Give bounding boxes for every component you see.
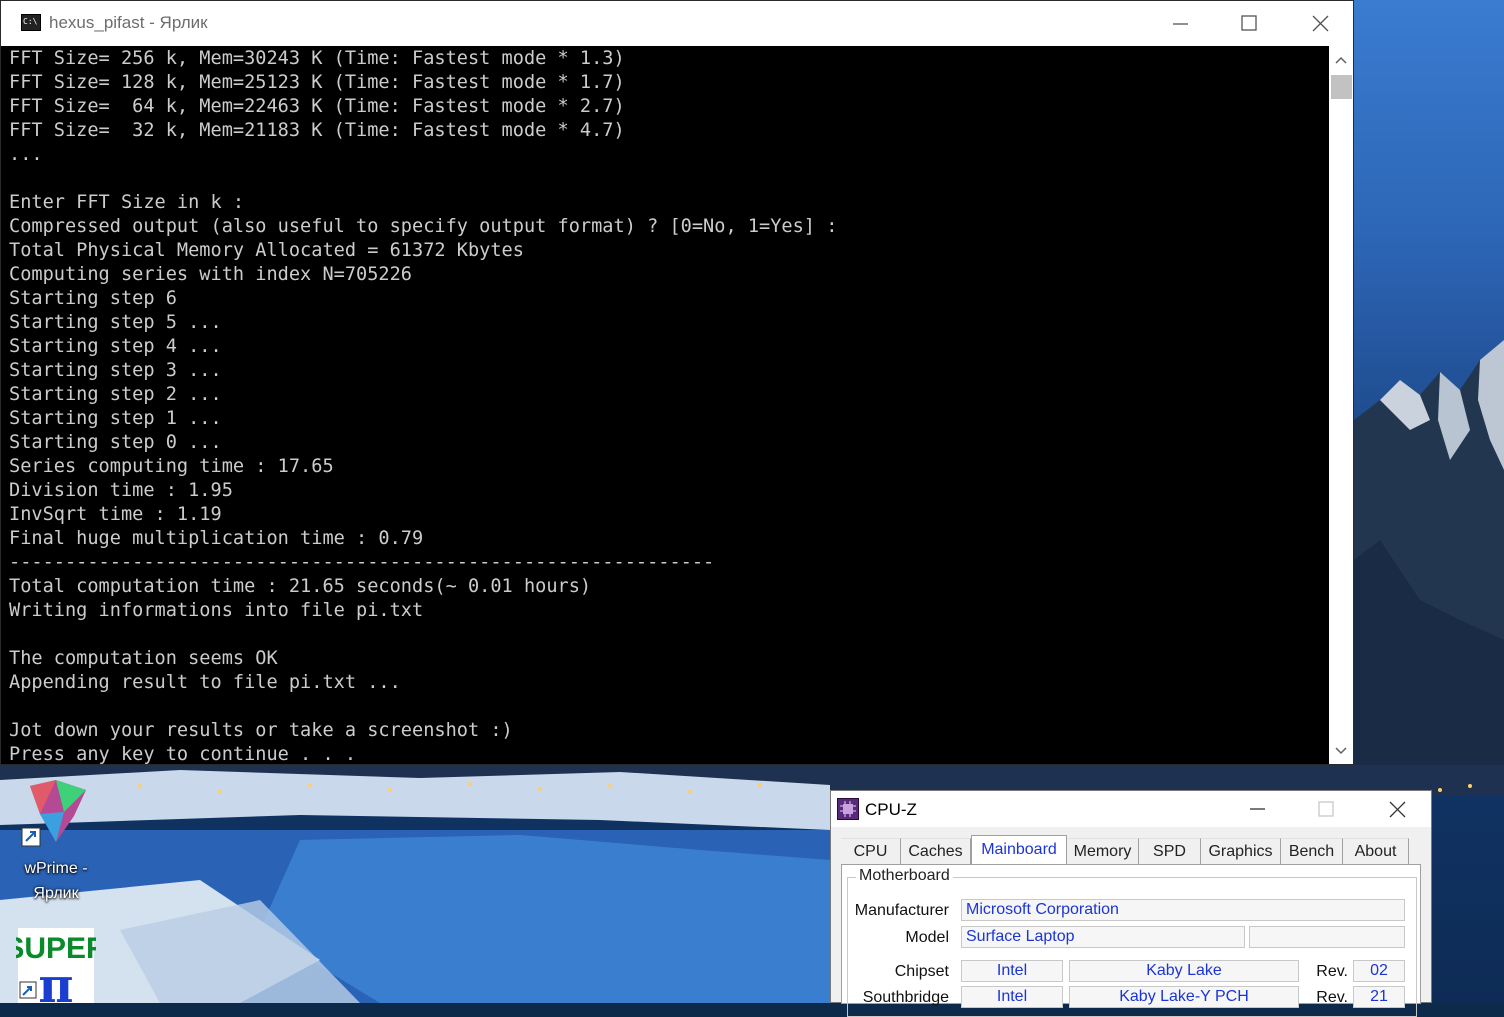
console-line: FFT Size= 256 k, Mem=30243 K (Time: Fast… xyxy=(9,48,625,69)
console-line: Starting step 2 ... xyxy=(9,384,222,405)
scroll-thumb[interactable] xyxy=(1331,75,1352,99)
minimize-icon xyxy=(1250,808,1265,810)
console-title: hexus_pifast - Ярлик xyxy=(49,13,208,32)
tab-spd[interactable]: SPD xyxy=(1139,838,1201,864)
southbridge-name-field[interactable]: Kaby Lake-Y PCH xyxy=(1069,986,1299,1008)
manufacturer-field[interactable]: Microsoft Corporation xyxy=(961,899,1405,921)
console-line: Total Physical Memory Allocated = 61372 … xyxy=(9,240,524,261)
chipset-name-field[interactable]: Kaby Lake xyxy=(1069,960,1299,982)
model-extra-field[interactable] xyxy=(1249,926,1405,948)
desktop-icon-wprime[interactable]: wPrime - Ярлик xyxy=(16,776,96,906)
motherboard-group-title: Motherboard xyxy=(856,867,953,885)
chipset-rev-label: Rev. xyxy=(1316,963,1348,980)
tab-mainboard[interactable]: Mainboard xyxy=(971,835,1067,866)
scroll-up-icon[interactable] xyxy=(1333,53,1349,67)
desktop-icon-superpi[interactable]: SUPER π xyxy=(4,928,108,1014)
tab-about[interactable]: About xyxy=(1343,838,1409,864)
console-line: FFT Size= 32 k, Mem=21183 K (Time: Faste… xyxy=(9,120,625,141)
console-line: ----------------------------------------… xyxy=(9,552,715,573)
superpi-logo-bottom: π xyxy=(38,958,73,1003)
console-scrollbar[interactable] xyxy=(1329,46,1353,764)
chipset-vendor-field[interactable]: Intel xyxy=(961,960,1063,982)
console-line: Final huge multiplication time : 0.79 xyxy=(9,528,424,549)
console-line: Starting step 4 ... xyxy=(9,336,222,357)
console-line: ... xyxy=(9,144,43,165)
southbridge-rev-label: Rev. xyxy=(1316,989,1348,1006)
console-line: Enter FFT Size in k : xyxy=(9,192,245,213)
southbridge-vendor-field[interactable]: Intel xyxy=(961,986,1063,1008)
manufacturer-label: Manufacturer xyxy=(854,902,949,919)
console-line: Appending result to file pi.txt ... xyxy=(9,672,401,693)
console-line: FFT Size= 64 k, Mem=22463 K (Time: Faste… xyxy=(9,96,625,117)
cpuz-tab-bar: CPU Caches Mainboard Memory SPD Graphics… xyxy=(841,835,1431,866)
close-button[interactable] xyxy=(1284,1,1354,46)
console-line: Starting step 3 ... xyxy=(9,360,222,381)
cpuz-minimize-button[interactable] xyxy=(1227,791,1287,827)
console-line: Starting step 5 ... xyxy=(9,312,222,333)
motherboard-group: Motherboard Manufacturer Microsoft Corpo… xyxy=(847,867,1417,1017)
southbridge-rev-field[interactable]: 21 xyxy=(1353,986,1405,1008)
tab-graphics[interactable]: Graphics xyxy=(1201,838,1281,864)
console-line: Compressed output (also useful to specif… xyxy=(9,216,838,237)
console-line: Starting step 6 xyxy=(9,288,177,309)
wprime-label-line2: Ярлик xyxy=(33,885,79,902)
close-icon xyxy=(1389,801,1406,818)
chipset-rev-field[interactable]: 02 xyxy=(1353,960,1405,982)
console-line: Jot down your results or take a screensh… xyxy=(9,720,513,741)
console-line: Division time : 1.95 xyxy=(9,480,233,501)
tab-cpu[interactable]: CPU xyxy=(841,838,901,864)
console-line: Starting step 0 ... xyxy=(9,432,222,453)
console-line: Series computing time : 17.65 xyxy=(9,456,334,477)
tab-bench[interactable]: Bench xyxy=(1281,838,1343,864)
console-output[interactable]: FFT Size= 256 k, Mem=30243 K (Time: Fast… xyxy=(9,46,1325,765)
cpuz-title: CPU-Z xyxy=(865,800,917,819)
wprime-icon xyxy=(21,780,86,847)
console-line: Press any key to continue . . . xyxy=(9,744,357,765)
cpuz-window[interactable]: CPU-Z CPU Caches Mainboard Memory SPD Gr… xyxy=(830,790,1432,1017)
close-icon xyxy=(1312,15,1329,32)
chip-icon xyxy=(840,801,856,817)
superpi-icon: SUPER π xyxy=(4,928,108,1014)
console-line: FFT Size= 128 k, Mem=25123 K (Time: Fast… xyxy=(9,72,625,93)
model-label: Model xyxy=(905,929,949,946)
model-field[interactable]: Surface Laptop xyxy=(961,926,1245,948)
scroll-down-icon[interactable] xyxy=(1333,744,1349,758)
console-line: InvSqrt time : 1.19 xyxy=(9,504,222,525)
console-line: Total computation time : 21.65 seconds(~… xyxy=(9,576,592,597)
console-line: Computing series with index N=705226 xyxy=(9,264,412,285)
console-app-icon: C:\ xyxy=(21,14,41,31)
console-window[interactable]: C:\ hexus_pifast - Ярлик FFT Size= 256 k… xyxy=(0,0,1354,765)
wprime-label-line1: wPrime - xyxy=(24,860,88,877)
tab-caches[interactable]: Caches xyxy=(901,838,971,864)
console-titlebar[interactable]: C:\ hexus_pifast - Ярлик xyxy=(1,1,1353,46)
tab-memory[interactable]: Memory xyxy=(1067,838,1139,864)
maximize-icon xyxy=(1318,801,1334,817)
minimize-button[interactable] xyxy=(1145,1,1215,46)
maximize-icon xyxy=(1241,15,1257,31)
cpuz-app-icon xyxy=(837,798,859,820)
minimize-icon xyxy=(1173,23,1188,25)
cpuz-titlebar[interactable]: CPU-Z xyxy=(831,791,1431,827)
console-line: The computation seems OK xyxy=(9,648,278,669)
console-line: Writing informations into file pi.txt xyxy=(9,600,424,621)
southbridge-label: Southbridge xyxy=(862,989,949,1006)
cpuz-maximize-button[interactable] xyxy=(1296,791,1356,827)
console-line: Starting step 1 ... xyxy=(9,408,222,429)
maximize-button[interactable] xyxy=(1214,1,1284,46)
mainboard-panel: Motherboard Manufacturer Microsoft Corpo… xyxy=(841,864,1421,1017)
cpuz-close-button[interactable] xyxy=(1366,791,1426,827)
chipset-label: Chipset xyxy=(894,963,949,980)
